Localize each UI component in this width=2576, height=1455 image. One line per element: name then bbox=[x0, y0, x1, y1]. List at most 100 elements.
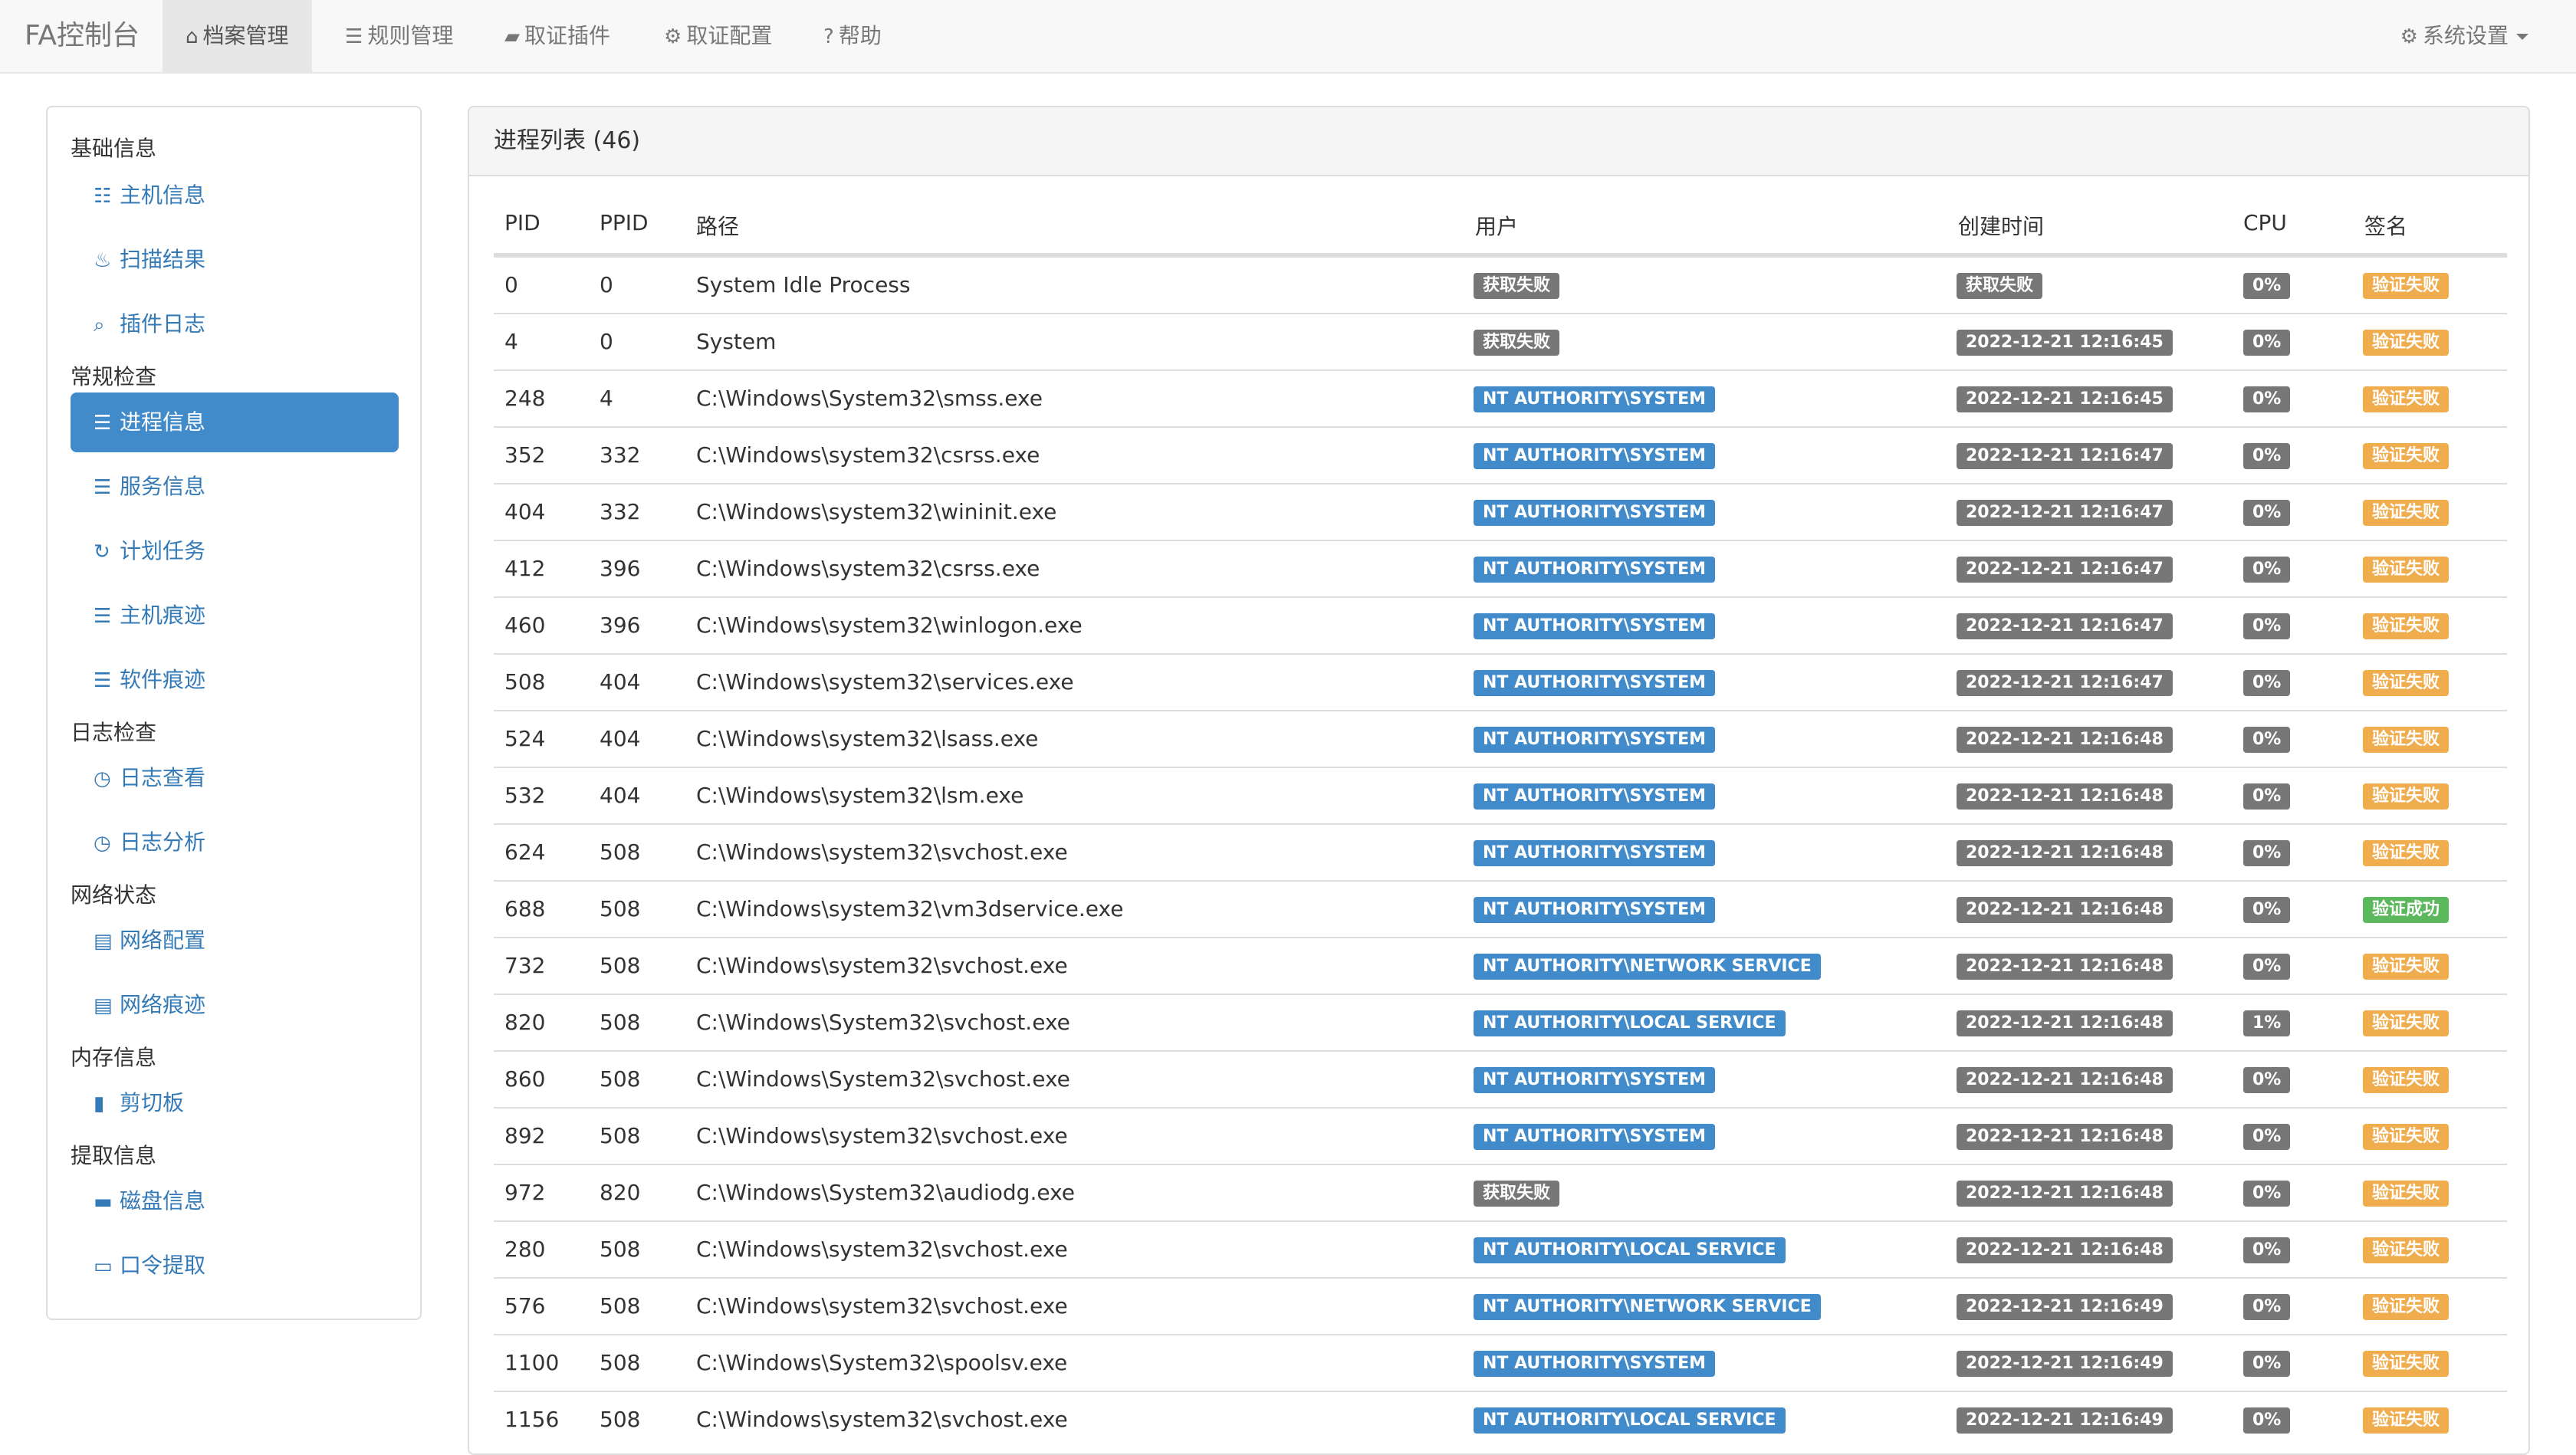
cpu-cell: 0% bbox=[2243, 1165, 2291, 1220]
sidebar-item-log-view[interactable]: ◷ 日志查看 bbox=[71, 748, 399, 808]
user-cell: NT AUTHORITY\SYSTEM bbox=[1474, 541, 1716, 596]
path-cell: C:\Windows\system32\csrss.exe bbox=[696, 556, 1040, 581]
cpu-cell-badge: 0% bbox=[2243, 954, 2291, 980]
table-row[interactable]: 820 508 C:\Windows\System32\svchost.exe NT … bbox=[494, 994, 2507, 1050]
signature-cell: 验证失败 bbox=[2363, 768, 2450, 823]
table-row[interactable]: 0 0 System Idle Process 获取失败 获取失败 0% 验证失败 bbox=[494, 256, 2507, 313]
sidebar-item-service-info[interactable]: ☰ 服务信息 bbox=[71, 457, 399, 517]
table-row[interactable]: 248 4 C:\Windows\System32\smss.exe NT AUTHO… bbox=[494, 369, 2507, 426]
sidebar-item-software-traces[interactable]: ☰ 软件痕迹 bbox=[71, 650, 399, 710]
sidebar-item-process-info[interactable]: ☰ 进程信息 bbox=[71, 392, 399, 452]
created-time-cell: 2022-12-21 12:16:47 bbox=[1957, 655, 2173, 710]
sidebar-item-plugin-log[interactable]: ⌕ 插件日志 bbox=[71, 294, 399, 354]
path-cell: C:\Windows\System32\smss.exe bbox=[696, 386, 1043, 411]
table-row[interactable]: 4 0 System 获取失败 2022-12-21 12:16:45 0% 验证失败 bbox=[494, 313, 2507, 369]
ppid-cell: 508 bbox=[600, 953, 641, 978]
cpu-cell-badge: 0% bbox=[2243, 783, 2291, 810]
signature-cell: 验证失败 bbox=[2363, 1165, 2450, 1220]
nav-item-rules[interactable]: ☰ 规则管理 bbox=[322, 0, 476, 72]
pid-cell: 576 bbox=[504, 1293, 546, 1319]
sidebar-item-log-analysis[interactable]: ◷ 日志分析 bbox=[71, 813, 399, 872]
cpu-cell: 1% bbox=[2243, 995, 2291, 1050]
table-row[interactable]: 404 332 C:\Windows\system32\wininit.exe NT … bbox=[494, 483, 2507, 540]
table-row[interactable]: 412 396 C:\Windows\system32\csrss.exe NT AU… bbox=[494, 540, 2507, 596]
sidebar-item-host-info[interactable]: ☷ 主机信息 bbox=[71, 166, 399, 225]
ppid-cell: 396 bbox=[600, 613, 641, 638]
brand-title[interactable]: FA控制台 bbox=[25, 0, 140, 72]
user-cell: NT AUTHORITY\SYSTEM bbox=[1474, 1335, 1716, 1391]
path-cell: C:\Windows\system32\csrss.exe bbox=[696, 442, 1040, 468]
signature-cell-badge: 验证失败 bbox=[2363, 1294, 2450, 1320]
table-row[interactable]: 352 332 C:\Windows\system32\csrss.exe NT AU… bbox=[494, 426, 2507, 483]
cpu-cell: 0% bbox=[2243, 882, 2291, 937]
table-row[interactable]: 1100 508 C:\Windows\System32\spoolsv.exe NT… bbox=[494, 1334, 2507, 1391]
nav-item-plugins[interactable]: ▰ 取证插件 bbox=[481, 0, 633, 72]
table-row[interactable]: 972 820 C:\Windows\System32\audiodg.exe 获取失… bbox=[494, 1164, 2507, 1220]
signature-cell: 验证失败 bbox=[2363, 1108, 2450, 1164]
table-row[interactable]: 860 508 C:\Windows\System32\svchost.exe NT … bbox=[494, 1050, 2507, 1107]
created-time-cell: 2022-12-21 12:16:48 bbox=[1957, 1108, 2173, 1164]
sidebar-section-basic: 基础信息 bbox=[71, 136, 157, 161]
nav-item-help[interactable]: ? 帮助 bbox=[800, 0, 905, 72]
sidebar-item-network-traces[interactable]: ▤ 网络痕迹 bbox=[71, 975, 399, 1035]
nav-item-archive[interactable]: ⌂ 档案管理 bbox=[163, 0, 312, 72]
user-cell-badge: NT AUTHORITY\SYSTEM bbox=[1474, 840, 1716, 866]
tasks-icon: ☰ bbox=[94, 605, 112, 628]
path-cell: System bbox=[696, 329, 777, 354]
path-cell: C:\Windows\system32\winlogon.exe bbox=[696, 613, 1083, 638]
pid-cell: 404 bbox=[504, 499, 546, 524]
cpu-cell: 0% bbox=[2243, 1222, 2291, 1277]
created-time-cell: 2022-12-21 12:16:48 bbox=[1957, 995, 2173, 1050]
panel-title: 进程列表 (46) bbox=[469, 107, 2528, 176]
table-row[interactable]: 576 508 C:\Windows\system32\svchost.exe NT … bbox=[494, 1277, 2507, 1334]
cpu-cell: 0% bbox=[2243, 598, 2291, 653]
sidebar-item-clipboard[interactable]: ▮ 剪切板 bbox=[71, 1073, 399, 1133]
sidebar-item-scheduled-tasks[interactable]: ↻ 计划任务 bbox=[71, 521, 399, 581]
user-cell: NT AUTHORITY\SYSTEM bbox=[1474, 825, 1716, 880]
signature-cell: 验证失败 bbox=[2363, 258, 2450, 313]
clock-icon: ◷ bbox=[94, 767, 111, 790]
user-cell-badge: NT AUTHORITY\LOCAL SERVICE bbox=[1474, 1237, 1786, 1263]
table-row[interactable]: 732 508 C:\Windows\system32\svchost.exe NT … bbox=[494, 937, 2507, 994]
table-row[interactable]: 460 396 C:\Windows\system32\winlogon.exe NT… bbox=[494, 596, 2507, 653]
created-time-cell-badge: 获取失败 bbox=[1957, 273, 2043, 299]
cpu-cell: 0% bbox=[2243, 938, 2291, 994]
path-cell: C:\Windows\system32\svchost.exe bbox=[696, 1407, 1068, 1432]
created-time-cell: 2022-12-21 12:16:45 bbox=[1957, 371, 2173, 426]
user-cell: NT AUTHORITY\LOCAL SERVICE bbox=[1474, 995, 1786, 1050]
nav-item-config[interactable]: ⚙ 取证配置 bbox=[641, 0, 795, 72]
table-row[interactable]: 688 508 C:\Windows\system32\vm3dservice.ex… bbox=[494, 880, 2507, 937]
user-cell-badge: NT AUTHORITY\NETWORK SERVICE bbox=[1474, 1294, 1821, 1320]
sidebar-item-disk-info[interactable]: ▬ 磁盘信息 bbox=[71, 1171, 399, 1231]
table-row[interactable]: 624 508 C:\Windows\system32\svchost.exe NT … bbox=[494, 823, 2507, 880]
created-time-cell-badge: 2022-12-21 12:16:47 bbox=[1957, 557, 2173, 583]
sidebar-item-password-extract[interactable]: ▭ 口令提取 bbox=[71, 1236, 399, 1296]
signature-cell: 验证失败 bbox=[2363, 711, 2450, 767]
cpu-cell-badge: 0% bbox=[2243, 1351, 2291, 1377]
user-cell: NT AUTHORITY\NETWORK SERVICE bbox=[1474, 938, 1821, 994]
column-header-user: 用户 bbox=[1475, 214, 1519, 239]
sidebar-section-network: 网络状态 bbox=[71, 882, 157, 908]
ppid-cell: 404 bbox=[600, 726, 641, 751]
sidebar-item-scan-results[interactable]: ♨ 扫描结果 bbox=[71, 230, 399, 290]
signature-cell: 验证失败 bbox=[2363, 484, 2450, 540]
user-cell-badge: NT AUTHORITY\SYSTEM bbox=[1474, 670, 1716, 696]
signature-cell-badge: 验证失败 bbox=[2363, 1181, 2450, 1207]
created-time-cell: 2022-12-21 12:16:48 bbox=[1957, 1052, 2173, 1107]
table-row[interactable]: 1156 508 C:\Windows\system32\svchost.exe NT… bbox=[494, 1391, 2507, 1447]
sidebar-item-network-config[interactable]: ▤ 网络配置 bbox=[71, 911, 399, 971]
signature-cell-badge: 验证失败 bbox=[2363, 500, 2450, 526]
user-cell-badge: 获取失败 bbox=[1474, 273, 1560, 299]
table-row[interactable]: 280 508 C:\Windows\system32\svchost.exe NT … bbox=[494, 1220, 2507, 1277]
signature-cell-badge: 验证失败 bbox=[2363, 273, 2450, 299]
table-row[interactable]: 892 508 C:\Windows\system32\svchost.exe NT … bbox=[494, 1107, 2507, 1164]
table-row[interactable]: 508 404 C:\Windows\system32\services.exe NT… bbox=[494, 653, 2507, 710]
table-row[interactable]: 532 404 C:\Windows\system32\lsm.exe NT AUTH… bbox=[494, 767, 2507, 823]
user-cell: NT AUTHORITY\LOCAL SERVICE bbox=[1474, 1392, 1786, 1447]
settings-dropdown[interactable]: ⚙ 系统设置 bbox=[2377, 0, 2551, 72]
cpu-cell-badge: 0% bbox=[2243, 330, 2291, 356]
sidebar-item-host-traces[interactable]: ☰ 主机痕迹 bbox=[71, 586, 399, 645]
cpu-cell-badge: 0% bbox=[2243, 557, 2291, 583]
table-row[interactable]: 524 404 C:\Windows\system32\lsass.exe NT AU… bbox=[494, 710, 2507, 767]
created-time-cell: 2022-12-21 12:16:48 bbox=[1957, 938, 2173, 994]
